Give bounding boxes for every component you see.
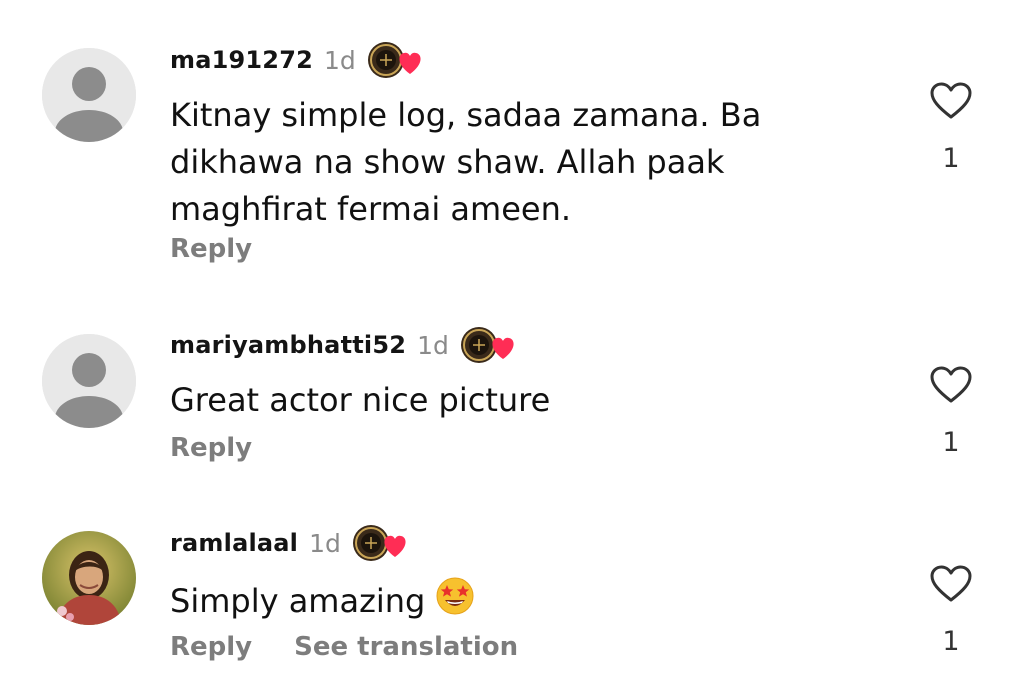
heart-icon[interactable] — [930, 366, 972, 404]
avatar[interactable] — [42, 48, 136, 142]
star-struck-emoji-icon — [435, 576, 475, 629]
username[interactable]: ramlalaal — [170, 529, 298, 557]
timestamp: 1d — [324, 45, 356, 75]
like-count: 1 — [942, 427, 960, 458]
like-count: 1 — [942, 143, 960, 174]
comment-text: Simply amazing — [170, 582, 426, 620]
avatar[interactable] — [42, 531, 136, 625]
legacy-badge-heart-icon — [459, 325, 519, 365]
comment-text-line: Simply amazing — [170, 576, 890, 629]
timestamp: 1d — [309, 528, 341, 558]
like-count: 1 — [942, 626, 960, 657]
reply-button[interactable]: Reply — [170, 632, 252, 662]
timestamp: 1d — [417, 330, 449, 360]
heart-icon[interactable] — [930, 82, 972, 120]
username[interactable]: mariyambhatti52 — [170, 331, 406, 359]
reply-button[interactable]: Reply — [170, 433, 252, 463]
comment-text: Kitnay simple log, sadaa zamana. Ba — [170, 96, 762, 134]
default-avatar-icon — [42, 334, 136, 428]
comment-text: dikhawa na show shaw. Allah paak — [170, 143, 725, 181]
reply-button[interactable]: Reply — [170, 234, 252, 264]
avatar[interactable] — [42, 334, 136, 428]
user-photo-avatar-icon — [42, 531, 136, 625]
comment-text: maghfirat fermai ameen. — [170, 190, 572, 228]
heart-icon[interactable] — [930, 565, 972, 603]
username[interactable]: ma191272 — [170, 46, 313, 74]
see-translation-button[interactable]: See translation — [294, 632, 518, 662]
comment-text: Great actor nice picture — [170, 381, 551, 419]
legacy-badge-heart-icon — [366, 40, 426, 80]
default-avatar-icon — [42, 48, 136, 142]
legacy-badge-heart-icon — [351, 523, 411, 563]
